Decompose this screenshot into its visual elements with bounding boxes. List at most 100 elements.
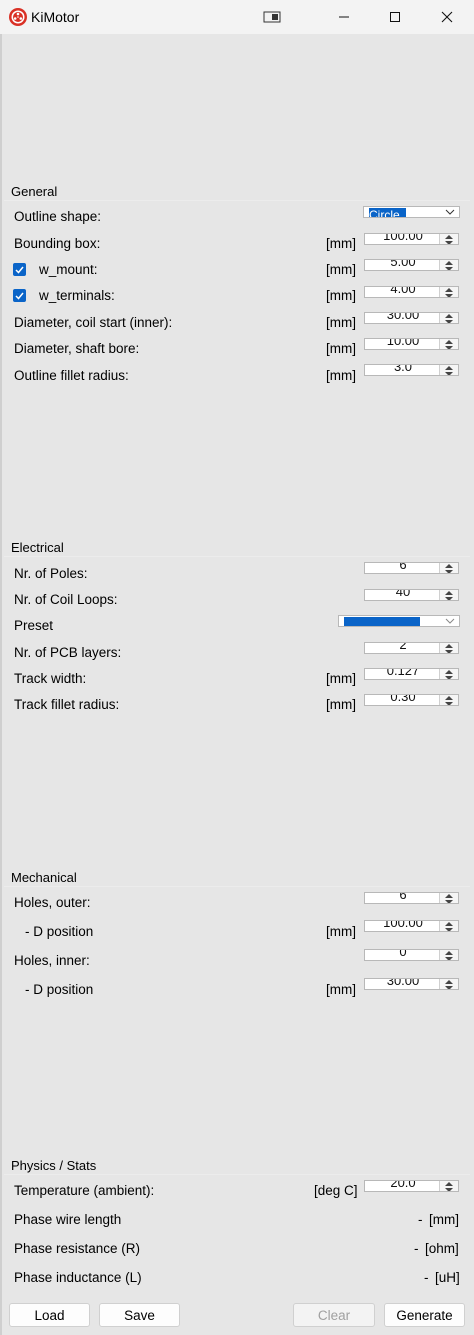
snap-layout-icon [263, 11, 281, 23]
spin-arrows[interactable] [439, 590, 458, 600]
bounding-box-spinbox[interactable]: 100.00 [364, 233, 459, 245]
outer-d-position-label: - D position [25, 924, 94, 939]
temperature-unit: [deg C] [314, 1183, 358, 1198]
spin-arrows[interactable] [439, 669, 458, 679]
spin-up-down-icon [445, 644, 453, 653]
snap-layout-button[interactable] [249, 0, 295, 34]
preset-select[interactable] [338, 615, 460, 627]
track-fillet-spinbox[interactable]: 0.30 [364, 694, 459, 706]
wire-length-value: - [418, 1212, 423, 1227]
w-mount-spinbox[interactable]: 5.00 [364, 259, 459, 271]
spin-up-down-icon [445, 591, 453, 600]
w-terminals-unit: [mm] [326, 288, 356, 303]
outer-d-position-unit: [mm] [326, 924, 356, 939]
maximize-button[interactable] [372, 0, 418, 34]
inductance-unit: [uH] [435, 1270, 460, 1285]
outer-d-position-value: 100.00 [383, 920, 423, 930]
temperature-value: 20.0 [390, 1180, 416, 1190]
spin-arrows[interactable] [439, 287, 458, 297]
spin-arrows[interactable] [439, 365, 458, 375]
poles-label: Nr. of Poles: [14, 566, 88, 581]
poles-value: 6 [399, 562, 407, 572]
track-fillet-unit: [mm] [326, 697, 356, 712]
bounding-box-label: Bounding box: [14, 236, 101, 251]
holes-outer-label: Holes, outer: [14, 895, 91, 910]
inductance-label: Phase inductance (L) [14, 1270, 142, 1285]
holes-outer-spinbox[interactable]: 6 [364, 892, 459, 904]
bounding-box-unit: [mm] [326, 236, 356, 251]
generate-button[interactable]: Generate [384, 1303, 465, 1327]
spin-up-down-icon [445, 980, 453, 989]
spin-arrows[interactable] [439, 893, 458, 903]
holes-outer-value: 6 [399, 892, 407, 902]
spin-arrows[interactable] [439, 979, 458, 989]
w-terminals-spinbox[interactable]: 4.00 [364, 286, 459, 298]
title-bar: KiMotor [0, 0, 474, 34]
physics-section-title: Physics / Stats [11, 1158, 97, 1173]
minimize-icon [339, 16, 349, 18]
spin-arrows[interactable] [439, 339, 458, 349]
w-terminals-value: 4.00 [390, 286, 416, 296]
clear-button[interactable]: Clear [293, 1303, 375, 1327]
save-button[interactable]: Save [99, 1303, 180, 1327]
spin-up-down-icon [445, 670, 453, 679]
spin-arrows[interactable] [439, 695, 458, 705]
spin-arrows[interactable] [439, 643, 458, 653]
coil-start-spinbox[interactable]: 30.00 [364, 312, 459, 324]
resistance-value: - [414, 1241, 419, 1256]
spin-arrows[interactable] [439, 563, 458, 573]
shaft-bore-value: 10.00 [386, 338, 420, 348]
outline-shape-select[interactable]: Circle [363, 206, 460, 218]
w-mount-unit: [mm] [326, 262, 356, 277]
maximize-icon [390, 12, 400, 22]
spin-arrows[interactable] [439, 260, 458, 270]
coil-loops-value: 40 [395, 589, 411, 599]
shaft-bore-spinbox[interactable]: 10.00 [364, 338, 459, 350]
spin-arrows[interactable] [439, 950, 458, 960]
resistance-label: Phase resistance (R) [14, 1241, 141, 1256]
spin-up-down-icon [445, 564, 453, 573]
close-icon [441, 11, 453, 23]
temperature-spinbox[interactable]: 20.0 [364, 1180, 459, 1192]
holes-inner-value: 0 [399, 949, 407, 959]
pcb-layers-value: 2 [399, 642, 407, 652]
track-width-unit: [mm] [326, 671, 356, 686]
shaft-bore-unit: [mm] [326, 341, 356, 356]
checkmark-icon [15, 292, 24, 300]
track-width-spinbox[interactable]: 0.127 [364, 668, 459, 680]
spin-up-down-icon [445, 314, 453, 323]
track-width-value: 0.127 [386, 668, 420, 678]
spin-arrows[interactable] [439, 234, 458, 244]
w-terminals-label: w_terminals: [39, 288, 115, 303]
spin-arrows[interactable] [439, 921, 458, 931]
outer-d-position-spinbox[interactable]: 100.00 [364, 920, 459, 932]
w-mount-checkbox[interactable] [13, 263, 26, 276]
coil-start-value: 30.00 [386, 312, 420, 322]
spin-up-down-icon [445, 951, 453, 960]
spin-up-down-icon [445, 1182, 453, 1191]
spin-up-down-icon [445, 696, 453, 705]
w-terminals-checkbox[interactable] [13, 289, 26, 302]
coil-loops-spinbox[interactable]: 40 [364, 589, 459, 601]
minimize-button[interactable] [321, 0, 367, 34]
resistance-unit: [ohm] [425, 1241, 459, 1256]
kimotor-logo-icon [9, 8, 27, 26]
load-button[interactable]: Load [9, 1303, 90, 1327]
poles-spinbox[interactable]: 6 [364, 562, 459, 574]
outline-fillet-spinbox[interactable]: 3.0 [364, 364, 459, 376]
spin-up-down-icon [445, 922, 453, 931]
inner-d-position-value: 30.00 [386, 978, 420, 988]
physics-divider [4, 1174, 470, 1175]
temperature-label: Temperature (ambient): [14, 1183, 155, 1198]
general-divider [4, 200, 470, 201]
spin-up-down-icon [445, 288, 453, 297]
spin-arrows[interactable] [439, 313, 458, 323]
close-button[interactable] [424, 0, 470, 34]
inner-d-position-spinbox[interactable]: 30.00 [364, 978, 459, 990]
track-fillet-value: 0.30 [390, 694, 416, 704]
pcb-layers-spinbox[interactable]: 2 [364, 642, 459, 654]
holes-inner-spinbox[interactable]: 0 [364, 949, 459, 961]
spin-arrows[interactable] [439, 1181, 458, 1191]
spin-up-down-icon [445, 894, 453, 903]
pcb-layers-label: Nr. of PCB layers: [14, 645, 122, 660]
